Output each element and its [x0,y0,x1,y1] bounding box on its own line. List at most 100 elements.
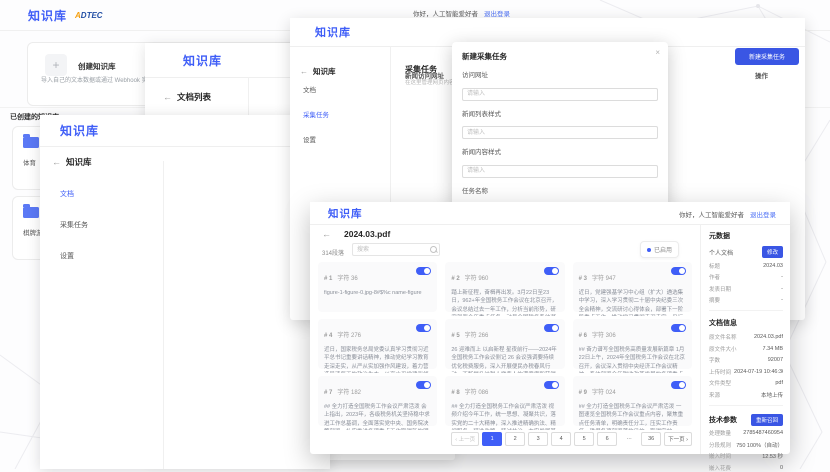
meta-value: 12.53 秒 [762,452,783,460]
viewer-topnav: 你好，人工智能爱好者退出登录 [679,209,776,219]
segment-text: ## 全力打造全国税务工作会议严肃活泼 视频介绍今年工作，统一思想、凝聚共识，落… [451,403,558,430]
back-arrow-icon[interactable]: ← [52,157,61,167]
segment-char-count: 字符 306 [592,333,616,339]
logout-link[interactable]: 退出登录 [484,11,510,18]
folder-icon [23,207,39,218]
column-url: 新闻访问网址 [405,70,444,80]
kb-app-title: 知识库 [60,122,99,139]
doclist-title: 文档列表 [177,91,211,103]
segment-char-count: 字符 182 [337,390,361,396]
sidebar-item-docs[interactable]: 文档 [60,189,88,199]
viewer-window: 知识库 你好，人工智能爱好者退出登录 ← 2024.03.pdf 314段落 已… [310,202,790,454]
kb-back-label: 知识库 [66,156,92,168]
segment-toggle[interactable] [671,381,686,389]
segment-toggle[interactable] [416,267,431,275]
segment-id: # 5 [451,333,459,339]
field-label-content-style: 新闻内容样式 [462,146,658,156]
segment-card[interactable]: # 2字符 960 踏上新征程，奋楫再出发。3月22日至23日，962+年全国税… [445,262,564,312]
viewer-app-title: 知识库 [328,206,363,221]
meta-label: 作者 [709,273,720,281]
list-style-input[interactable] [462,126,658,139]
sidebar-item-settings[interactable]: 设置 [60,251,88,261]
segment-toggle[interactable] [671,267,686,275]
metadata-heading: 元数据 [709,231,783,241]
segment-text: 26 迎难而上 以启新程 星夜前行——2024年全国税务工作会议侧记 26 会议… [451,346,558,373]
meta-value: 本地上传 [761,391,783,399]
meta-value: 0 [780,465,783,471]
segment-id: # 6 [579,333,587,339]
status-pill[interactable]: 已启用 [640,241,679,258]
segment-id: # 8 [451,390,459,396]
url-input[interactable] [462,88,658,101]
pagination: ‹ 上一页 1 2 3 4 5 6 ··· 36 下一页 › [318,432,692,446]
segment-text: ## 奋力谱写全国税务高质量发展新篇章 1月22日上午，2024年全国税务工作会… [579,346,686,373]
segment-char-count: 字符 086 [465,390,489,396]
page-4[interactable]: 4 [551,432,571,446]
column-action: 操作 [755,70,768,80]
segment-id: # 9 [579,390,587,396]
meta-label: 分段规则 [709,441,731,449]
page-3[interactable]: 3 [528,432,548,446]
edit-metadata-button[interactable]: 修改 [762,246,783,258]
recall-button[interactable]: 重新召回 [751,414,783,426]
segment-toggle[interactable] [416,324,431,332]
back-arrow-icon[interactable]: ← [163,92,172,102]
page-ellipsis[interactable]: ··· [620,433,638,445]
meta-value: 2024-07-19 10:46:36 [734,369,783,375]
meta-label: 字数 [709,356,720,364]
page-1[interactable]: 1 [482,432,502,446]
segment-toggle[interactable] [544,267,559,275]
page-prev[interactable]: ‹ 上一页 [451,432,479,446]
segment-char-count: 字符 36 [337,276,357,282]
meta-label: 摘要 [709,296,720,304]
segment-text: ## 全力打造全国税务工作会议严肃活泼 一图速览全国税务工作会议重点内容，聚焦重… [579,403,686,430]
segment-toggle[interactable] [416,381,431,389]
segment-card[interactable]: # 1字符 36 figure-1-figure-0.jpg-8#$%c nam… [318,262,437,312]
logout-link[interactable]: 退出登录 [750,212,776,219]
doclist-app-title: 知识库 [183,52,222,69]
page-36[interactable]: 36 [641,432,661,446]
sidebar-item-tasks[interactable]: 采集任务 [60,220,88,230]
segment-card[interactable]: # 7字符 182 ## 全力打造全国税务工作会议严肃活泼 会上指出，2023年… [318,376,437,426]
meta-value: 2024.03.pdf [754,334,783,340]
segment-card[interactable]: # 4字符 276 近日，国家税务总局党委认真学习贯彻习近平总书记重要讲话精神，… [318,319,437,369]
segment-card[interactable]: # 5字符 266 26 迎难而上 以启新程 星夜前行——2024年全国税务工作… [445,319,564,369]
segment-grid: # 1字符 36 figure-1-figure-0.jpg-8#$%c nam… [318,262,692,426]
field-label-task-name: 任务名称 [462,185,658,195]
segment-toggle[interactable] [671,324,686,332]
meta-label: 嵌入时间 [709,452,731,460]
page-5[interactable]: 5 [574,432,594,446]
content-style-input[interactable] [462,165,658,178]
page-next[interactable]: 下一页 › [664,432,692,446]
segment-card[interactable]: # 8字符 086 ## 全力打造全国税务工作会议严肃活泼 视频介绍今年工作，统… [445,376,564,426]
new-task-button[interactable]: 新建采集任务 [735,48,799,65]
sidebar-item-settings[interactable]: 设置 [303,134,329,144]
segment-toggle[interactable] [544,381,559,389]
sidebar-item-tasks[interactable]: 采集任务 [303,109,329,119]
segment-card[interactable]: # 3字符 947 近日，党建强基学习中心组（扩大）遴选集中学习，深入学习贯彻二… [573,262,692,312]
segment-card[interactable]: # 6字符 306 ## 奋力谱写全国税务高质量发展新篇章 1月22日上午，20… [573,319,692,369]
field-label-url: 访问网址 [462,69,658,79]
segment-text: 近日，党建强基学习中心组（扩大）遴选集中学习，深入学习贯彻二十届中央纪委三次全会… [579,289,686,316]
plus-icon: + [45,54,67,76]
search-input[interactable] [352,243,440,256]
segment-text: 近日，国家税务总局党委认真学习贯彻习近平总书记重要讲话精神，推动党纪学习教育走深… [324,346,431,373]
page-6[interactable]: 6 [597,432,617,446]
close-icon[interactable]: × [655,48,660,57]
home-topnav: 你好，人工智能爱好者退出登录 [413,8,510,18]
page-2[interactable]: 2 [505,432,525,446]
segment-char-count: 字符 960 [465,276,489,282]
meta-label: 上传时间 [709,368,731,376]
meta-label: 标题 [709,262,720,270]
meta-value: - [781,297,783,303]
segment-id: # 2 [451,276,459,282]
meta-label: 原文件大小 [709,345,737,353]
segment-toggle[interactable] [544,324,559,332]
greeting-text: 你好，人工智能爱好者 [679,212,744,219]
back-arrow-icon[interactable]: ← [322,229,331,239]
segment-text: ## 全力打造全国税务工作会议严肃活泼 会上指出，2023年，各级税务机关坚持稳… [324,403,431,430]
meta-label: 原文件名称 [709,333,737,341]
sidebar-item-docs[interactable]: 文档 [303,84,329,94]
kb-card-name: 体育 [23,157,36,167]
segment-card[interactable]: # 9字符 024 ## 全力打造全国税务工作会议严肃活泼 一图速览全国税务工作… [573,376,692,426]
